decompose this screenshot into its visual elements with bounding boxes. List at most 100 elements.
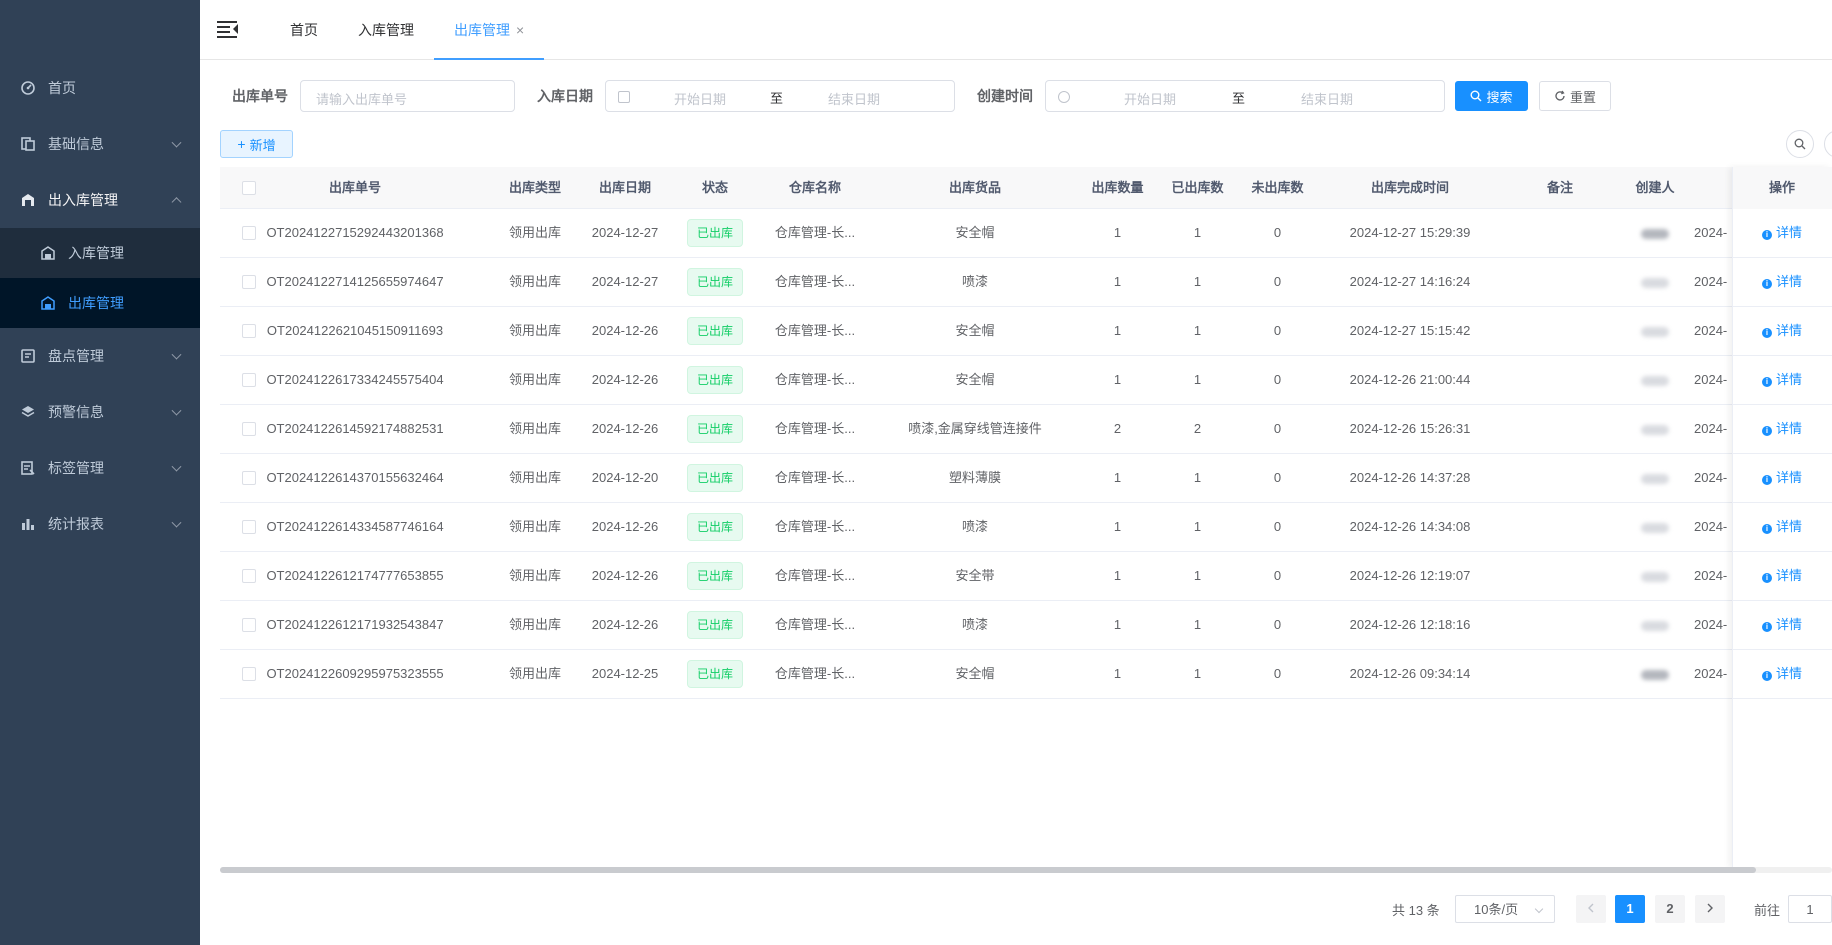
reset-button[interactable]: 重置: [1539, 81, 1611, 111]
sidebar-item-inventory[interactable]: 盘点管理: [0, 328, 200, 384]
cell-note: [1510, 650, 1610, 698]
status-badge: 已出库: [686, 611, 743, 639]
cell-left: 0: [1273, 274, 1282, 289]
redacted-creator: [1641, 473, 1669, 484]
sidebar-item-label: 出库管理: [68, 295, 124, 311]
cell-date: 2024-12-26: [591, 617, 659, 632]
order-no-input[interactable]: 请输入出库单号: [300, 80, 515, 112]
sidebar-item-warning[interactable]: 预警信息: [0, 384, 200, 440]
row-checkbox[interactable]: [242, 324, 256, 338]
status-badge: 已出库: [686, 464, 743, 492]
cell-note: [1510, 601, 1610, 649]
cell-creator: [1620, 258, 1690, 306]
sidebar-subitem-inbound[interactable]: 入库管理: [0, 228, 200, 278]
page-button-1[interactable]: 1: [1615, 895, 1645, 923]
cell-status: 已出库: [680, 454, 750, 502]
cell-created-time: 2024-: [1694, 274, 1728, 289]
col-type: 出库类型: [508, 180, 561, 195]
row-checkbox[interactable]: [242, 471, 256, 485]
cell-date: 2024-12-26: [591, 421, 659, 436]
status-badge: 已出库: [686, 513, 743, 541]
row-checkbox[interactable]: [242, 226, 256, 240]
created-time-range[interactable]: 开始日期 至 结束日期: [1045, 80, 1445, 112]
page-size-select[interactable]: 10条/页: [1455, 895, 1555, 923]
cell-creator: [1620, 552, 1690, 600]
redacted-creator: [1641, 375, 1669, 386]
row-checkbox[interactable]: [242, 520, 256, 534]
prev-page-button[interactable]: [1576, 895, 1606, 923]
cell-order-no: OT2024122621045150911693: [266, 323, 444, 338]
row-checkbox[interactable]: [242, 667, 256, 681]
col-note: 备注: [1546, 180, 1573, 195]
dashboard-icon: [20, 80, 36, 96]
search-button[interactable]: 搜索: [1455, 81, 1528, 111]
row-checkbox[interactable]: [242, 422, 256, 436]
order-no-label: 出库单号: [232, 88, 288, 104]
next-page-button[interactable]: [1695, 895, 1725, 923]
tab-inbound[interactable]: 入库管理: [358, 0, 414, 60]
cell-goods: 安全帽: [955, 225, 995, 240]
cell-creator: [1620, 356, 1690, 404]
page-button-2[interactable]: 2: [1655, 895, 1685, 923]
cell-created-time: 2024-: [1694, 323, 1728, 338]
cell-goods: 喷漆,金属穿线管连接件: [908, 421, 1042, 436]
cell-order-no: OT2024122612171932543847: [266, 617, 444, 632]
row-checkbox[interactable]: [242, 275, 256, 289]
cell-note: [1510, 552, 1610, 600]
row-checkbox[interactable]: [242, 373, 256, 387]
refresh-table-button[interactable]: [1824, 130, 1832, 158]
col-creator: 创建人: [1635, 180, 1675, 195]
cell-left: 0: [1273, 470, 1282, 485]
sidebar-item-basic-info[interactable]: 基础信息: [0, 116, 200, 172]
close-icon[interactable]: ×: [516, 22, 524, 38]
order-no-placeholder: 请输入出库单号: [316, 92, 408, 107]
goto-page-input[interactable]: 1: [1788, 895, 1832, 923]
refresh-icon: [1555, 90, 1565, 101]
top-navbar: 首页 入库管理 出库管理 ×: [200, 0, 1832, 60]
cell-status: 已出库: [680, 405, 750, 453]
row-checkbox[interactable]: [242, 569, 256, 583]
toggle-search-button[interactable]: [1786, 130, 1814, 158]
cell-date: 2024-12-26: [591, 519, 659, 534]
chevron-down-icon: [171, 349, 182, 360]
cell-left: 0: [1273, 666, 1282, 681]
sidebar-item-stock-management[interactable]: 出入库管理: [0, 172, 200, 228]
table-horizontal-scrollbar[interactable]: [220, 867, 1832, 873]
table-row: OT2024122614334587746164 领用出库 2024-12-26…: [220, 503, 1832, 552]
cell-left: 0: [1273, 372, 1282, 387]
cell-done: 1: [1193, 617, 1202, 632]
sidebar-item-home[interactable]: 首页: [0, 60, 200, 116]
cell-type: 领用出库: [508, 470, 561, 485]
cell-left: 0: [1273, 617, 1282, 632]
tab-outbound[interactable]: 出库管理 ×: [434, 0, 545, 60]
tab-home[interactable]: 首页: [290, 0, 318, 60]
col-qty: 出库数量: [1091, 180, 1144, 195]
menu-fold-icon[interactable]: [217, 20, 239, 40]
sidebar-item-labels[interactable]: 标签管理: [0, 440, 200, 496]
sidebar-subitem-outbound[interactable]: 出库管理: [0, 278, 200, 328]
add-button[interactable]: + 新增: [220, 130, 293, 158]
select-all-checkbox[interactable]: [242, 181, 256, 195]
cell-done: 1: [1193, 372, 1202, 387]
sidebar-item-label: 标签管理: [48, 460, 104, 476]
cell-type: 领用出库: [508, 372, 561, 387]
cell-date: 2024-12-26: [591, 568, 659, 583]
cell-date: 2024-12-20: [591, 470, 659, 485]
status-badge: 已出库: [686, 268, 743, 296]
cell-warehouse: 仓库管理-长...: [774, 372, 856, 387]
cell-creator: [1620, 209, 1690, 257]
col-warehouse: 仓库名称: [788, 180, 841, 195]
cell-done: 1: [1193, 274, 1202, 289]
cell-left: 0: [1273, 568, 1282, 583]
status-badge: 已出库: [686, 660, 743, 688]
end-date-placeholder: 结束日期: [1301, 92, 1354, 107]
sidebar-item-label: 入库管理: [68, 245, 124, 261]
row-checkbox[interactable]: [242, 618, 256, 632]
sidebar-item-reports[interactable]: 统计报表: [0, 496, 200, 552]
cell-warehouse: 仓库管理-长...: [774, 323, 856, 338]
status-badge: 已出库: [686, 317, 743, 345]
sidebar-item-label: 出入库管理: [48, 192, 118, 208]
inbound-date-range[interactable]: 开始日期 至 结束日期: [605, 80, 955, 112]
scrollbar-thumb[interactable]: [220, 867, 1756, 873]
cell-goods: 安全帽: [955, 666, 995, 681]
